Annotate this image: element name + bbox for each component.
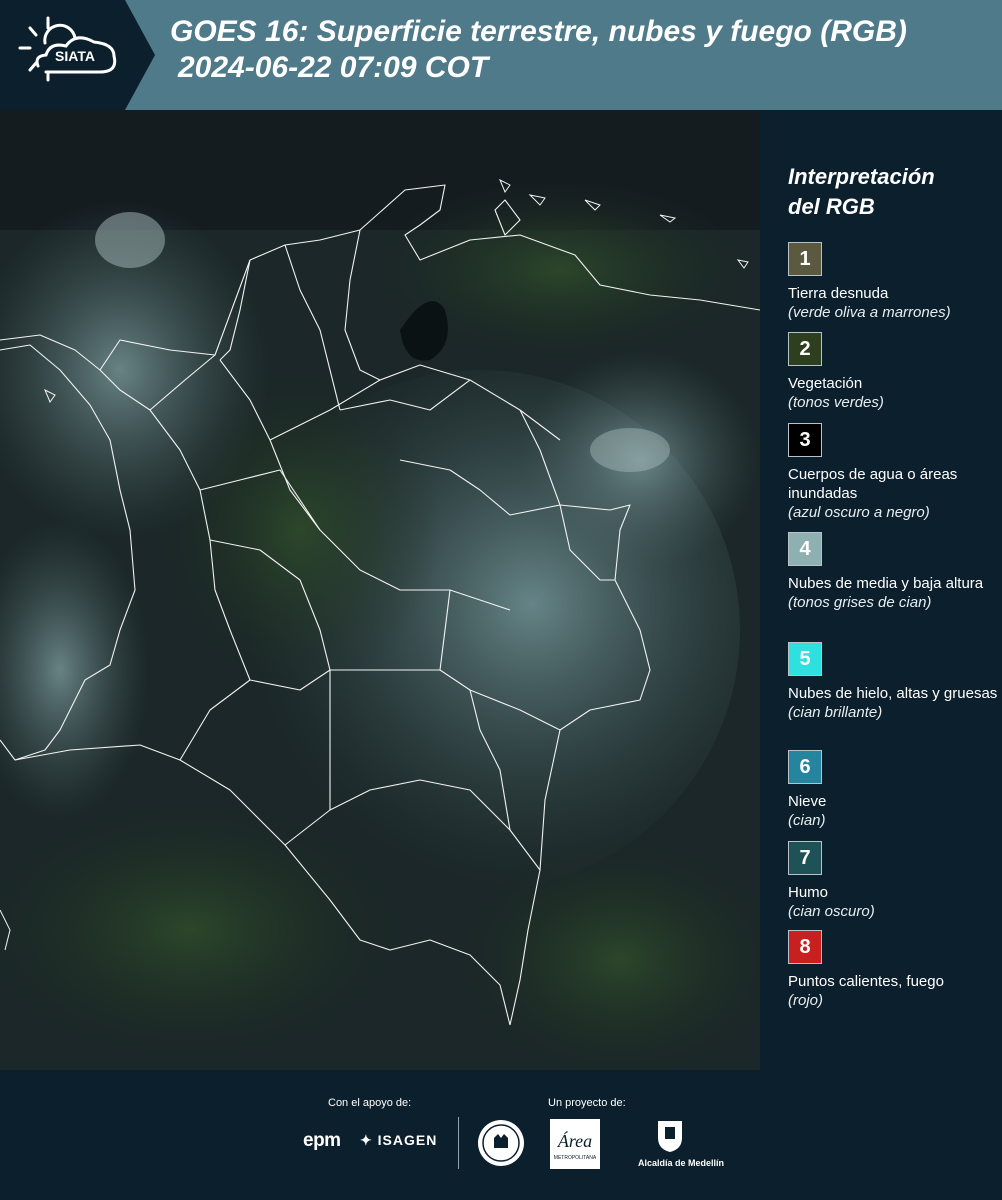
epm-logo: epm [303,1130,341,1151]
svg-text:Área: Área [557,1130,592,1151]
svg-text:SIATA: SIATA [55,48,95,64]
legend-swatch: 7 [788,841,822,875]
legend-item-nubes-hielo: 5 Nubes de hielo, altas y gruesas (cian … [788,642,998,722]
svg-text:METROPOLITANA: METROPOLITANA [554,1155,597,1161]
page-title: GOES 16: Superficie terrestre, nubes y f… [170,14,1000,86]
legend-swatch: 1 [788,242,822,276]
footer: Con el apoyo de: Un proyecto de: epm ✦ I… [0,1070,1002,1200]
legend-swatch: 5 [788,642,822,676]
legend-swatch: 4 [788,532,822,566]
support-label: Con el apoyo de: [328,1097,412,1109]
rgb-legend: Interpretación del RGB 1 Tierra desnuda … [760,110,1002,1070]
legend-item-humo: 7 Humo (cian oscuro) [788,841,998,921]
header: SIATA GOES 16: Superficie terrestre, nub… [0,0,1002,110]
legend-swatch: 6 [788,750,822,784]
legend-item-cuerpos-de-agua: 3 Cuerpos de agua o áreas inundadas (azu… [788,423,998,522]
legend-swatch: 2 [788,332,822,366]
medellin-seal-icon [476,1118,526,1168]
title-timestamp: 2024-06-22 07:09 COT [178,51,489,84]
title-line-1: GOES 16: Superficie terrestre, nubes y f… [170,15,907,48]
legend-item-tierra-desnuda: 1 Tierra desnuda (verde oliva a marrones… [788,242,998,322]
legend-title: Interpretación del RGB [788,164,935,219]
legend-item-nubes-media: 4 Nubes de media y baja altura (tonos gr… [788,532,998,612]
siata-logo: SIATA [0,0,155,110]
isagen-logo: ✦ ISAGEN [360,1132,438,1148]
alcaldia-label: Alcaldía de Medellín [638,1158,725,1168]
project-label: Un proyecto de: [548,1097,626,1109]
legend-item-nieve: 6 Nieve (cian) [788,750,998,830]
legend-item-vegetacion: 2 Vegetación (tonos verdes) [788,332,998,412]
legend-item-puntos-calientes: 8 Puntos calientes, fuego (rojo) [788,930,998,1010]
satellite-map [0,110,760,1070]
area-metropolitana-logo: Área METROPOLITANA [550,1119,600,1169]
alcaldia-shield-icon [640,1118,700,1178]
legend-swatch: 8 [788,930,822,964]
divider [458,1117,459,1169]
legend-swatch: 3 [788,423,822,457]
